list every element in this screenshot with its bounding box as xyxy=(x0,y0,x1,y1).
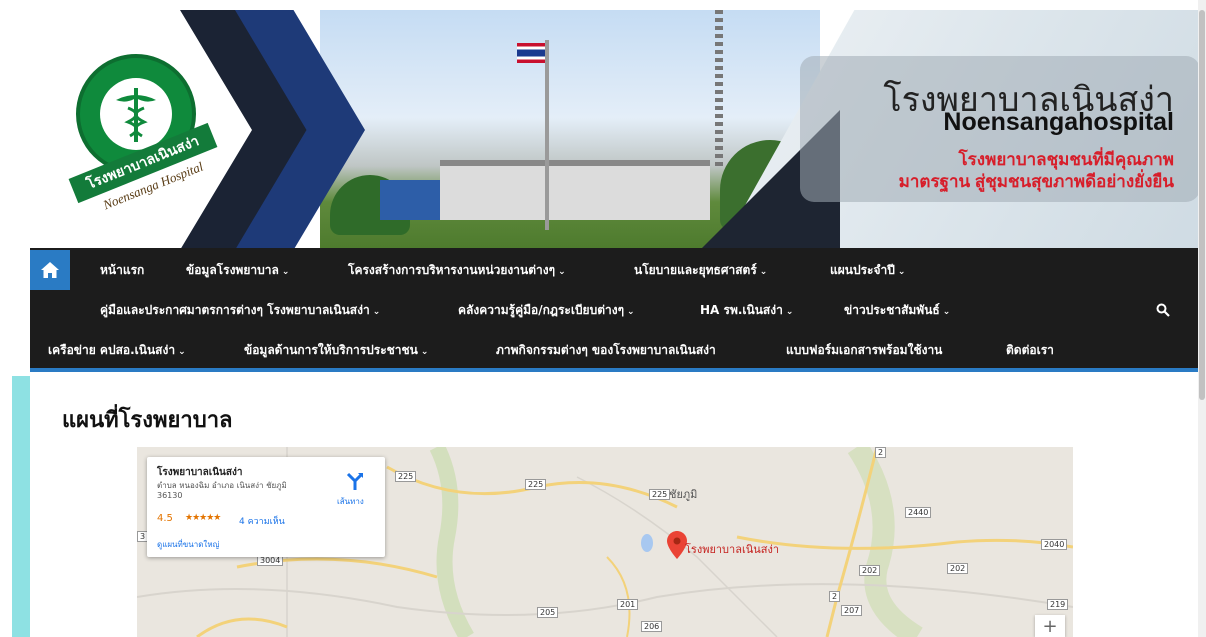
rating-stars-icon: ★★★★★ xyxy=(185,513,221,523)
page: โรงพยาบาลเนินสง่า Noensangahospital โรงพ… xyxy=(0,0,1206,637)
chevron-down-icon: ⌄ xyxy=(627,306,635,317)
province-label: ชัยภูมิ xyxy=(669,488,698,501)
google-map[interactable]: 225 225 225 ชัยภูมิ 2 2440 2040 202 202 … xyxy=(137,447,1073,637)
header-banner: โรงพยาบาลเนินสง่า Noensangahospital โรงพ… xyxy=(30,10,1200,250)
chevron-down-icon: ⌄ xyxy=(897,266,906,277)
chevron-down-icon: ⌄ xyxy=(420,346,429,357)
chevron-down-icon: ⌄ xyxy=(759,266,768,277)
directions-icon[interactable] xyxy=(345,471,365,491)
radio-tower xyxy=(715,10,723,170)
nav-item-annual-plan[interactable]: แผนประจำปี ⌄ xyxy=(830,261,905,280)
nav-row-2: คู่มือและประกาศมาตรการต่างๆ โรงพยาบาลเนิ… xyxy=(30,290,1200,330)
nav-item-structure[interactable]: โครงสร้างการบริหารงานหน่วยงานต่างๆ ⌄ xyxy=(348,261,566,280)
route-label: 225 xyxy=(395,471,417,482)
nav-item-network[interactable]: เครือข่าย คปสอ.เนินสง่า ⌄ xyxy=(48,341,186,360)
place-rating: 4.5 xyxy=(157,513,173,524)
chevron-down-icon: ⌄ xyxy=(281,266,290,277)
thai-flag xyxy=(517,43,545,63)
directions-link[interactable]: เส้นทาง xyxy=(337,495,364,508)
nav-item-forms[interactable]: แบบฟอร์มเอกสารพร้อมใช้งาน xyxy=(786,341,942,360)
view-larger-map-link[interactable]: ดูแผนที่ขนาดใหญ่ xyxy=(157,538,219,551)
page-title: แผนที่โรงพยาบาล xyxy=(62,407,233,432)
route-label: 2440 xyxy=(905,507,932,518)
nav-item-knowledge[interactable]: คลังความรู้คู่มือ/กฎระเบียบต่างๆ ⌄ xyxy=(458,301,635,320)
nav-item-home[interactable]: หน้าแรก xyxy=(100,261,144,280)
hospital-name-en: Noensangahospital xyxy=(943,108,1174,136)
route-label: 206 xyxy=(641,621,663,632)
chevron-down-icon: ⌄ xyxy=(785,306,794,317)
chevron-down-icon: ⌄ xyxy=(178,346,186,357)
main-nav: หน้าแรก ข้อมูลโรงพยาบาล ⌄ โครงสร้างการบริ… xyxy=(30,248,1200,372)
nav-item-public-services[interactable]: ข้อมูลด้านการให้บริการประชาชน ⌄ xyxy=(244,341,428,360)
scrollbar-thumb[interactable] xyxy=(1199,10,1205,400)
route-label: 202 xyxy=(859,565,881,576)
place-name: โรงพยาบาลเนินสง่า xyxy=(157,467,243,478)
caduceus-icon xyxy=(100,78,172,150)
nav-item-contact[interactable]: ติดต่อเรา xyxy=(1006,341,1054,360)
nav-item-activities[interactable]: ภาพกิจกรรมต่างๆ ของโรงพยาบาลเนินสง่า xyxy=(496,341,716,360)
home-button[interactable] xyxy=(30,250,70,290)
chevron-down-icon: ⌄ xyxy=(372,306,381,317)
route-label: 202 xyxy=(947,563,969,574)
home-icon xyxy=(41,262,59,278)
nav-item-policy[interactable]: นโยบายและยุทธศาสตร์ ⌄ xyxy=(634,261,767,280)
map-pin-icon[interactable] xyxy=(667,531,687,559)
zoom-in-button[interactable]: + xyxy=(1035,615,1065,637)
route-label: 2 xyxy=(829,591,841,602)
nav-row-3: เครือข่าย คปสอ.เนินสง่า ⌄ ข้อมูลด้านการให… xyxy=(30,330,1200,370)
chevron-down-icon: ⌄ xyxy=(942,306,951,317)
place-address: ตำบล หนองฉิม อำเภอ เนินสง่า ชัยภูมิ 3613… xyxy=(157,481,287,500)
search-button[interactable] xyxy=(1156,302,1172,318)
map-pin-label: โรงพยาบาลเนินสง่า xyxy=(685,543,780,556)
route-label: 225 xyxy=(649,489,671,500)
slogan-line2: มาตรฐาน สู่ชุมชนสุขภาพดีอย่างยั่งยืน xyxy=(898,172,1174,191)
chevron-down-icon: ⌄ xyxy=(558,266,566,277)
reviews-link[interactable]: 4 ความเห็น xyxy=(239,514,285,528)
nav-row-1: หน้าแรก ข้อมูลโรงพยาบาล ⌄ โครงสร้างการบริ… xyxy=(30,250,1200,290)
route-label: 201 xyxy=(617,599,639,610)
nav-item-ha[interactable]: HA รพ.เนินสง่า ⌄ xyxy=(700,301,793,320)
route-label: 207 xyxy=(841,605,863,616)
search-icon xyxy=(1156,303,1170,317)
map-info-card: โรงพยาบาลเนินสง่า ตำบล หนองฉิม อำเภอ เนิ… xyxy=(147,457,385,557)
nav-item-manuals[interactable]: คู่มือและประกาศมาตรการต่างๆ โรงพยาบาลเนิ… xyxy=(100,301,380,320)
nav-item-news[interactable]: ข่าวประชาสัมพันธ์ ⌄ xyxy=(844,301,950,320)
building xyxy=(440,160,710,220)
route-label: 2 xyxy=(875,447,887,458)
flag-pole xyxy=(545,40,549,230)
route-label: 2040 xyxy=(1041,539,1068,550)
route-label: 219 xyxy=(1047,599,1069,610)
route-label: 205 xyxy=(537,607,559,618)
nav-item-hospital-info[interactable]: ข้อมูลโรงพยาบาล ⌄ xyxy=(186,261,289,280)
route-label: 225 xyxy=(525,479,547,490)
